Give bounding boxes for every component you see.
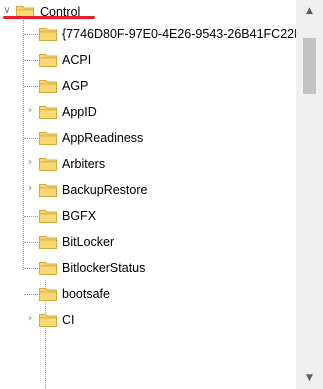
tree-node[interactable]: BitlockerStatus bbox=[0, 255, 296, 281]
scrollbar-thumb[interactable] bbox=[303, 38, 316, 94]
tree-guide-line bbox=[24, 216, 38, 217]
tree-node[interactable]: {7746D80F-97E0-4E26-9543-26B41FC22F79} bbox=[0, 21, 296, 47]
tree-node-label: bootsafe bbox=[62, 287, 110, 301]
tree-node[interactable]: ACPI bbox=[0, 47, 296, 73]
tree-guide-line bbox=[24, 34, 38, 35]
tree-node-label: AppID bbox=[62, 105, 97, 119]
chevron-right-icon[interactable]: › bbox=[24, 105, 36, 117]
tree-node-label: BGFX bbox=[62, 209, 97, 223]
folder-icon bbox=[39, 106, 57, 119]
tree-guide-line bbox=[24, 294, 38, 295]
tree-guide-line bbox=[24, 86, 38, 87]
tree-guide-line bbox=[24, 268, 38, 269]
folder-icon bbox=[39, 210, 57, 223]
tree-node-label: AGP bbox=[62, 79, 89, 93]
tree-node[interactable]: › AppID bbox=[0, 99, 296, 125]
tree-guide-line bbox=[24, 242, 38, 243]
folder-icon bbox=[39, 184, 57, 197]
tree-node[interactable]: BGFX bbox=[0, 203, 296, 229]
chevron-right-icon[interactable]: › bbox=[24, 313, 36, 325]
chevron-right-icon[interactable]: › bbox=[24, 157, 36, 169]
vertical-scrollbar[interactable]: ▲ ▼ bbox=[296, 0, 323, 389]
tree-node-label: Arbiters bbox=[62, 157, 106, 171]
folder-icon bbox=[39, 314, 57, 327]
triangle-up-icon[interactable]: ▲ bbox=[296, 0, 323, 22]
folder-icon bbox=[39, 28, 57, 41]
tree-guide-line bbox=[24, 138, 38, 139]
folder-icon bbox=[39, 54, 57, 67]
tree-node[interactable]: › Arbiters bbox=[0, 151, 296, 177]
annotation-underline bbox=[3, 16, 95, 19]
folder-icon bbox=[39, 158, 57, 171]
tree-node-label: ACPI bbox=[62, 53, 92, 67]
tree-node-label: {7746D80F-97E0-4E26-9543-26B41FC22F79} bbox=[62, 27, 296, 41]
tree-node-label: AppReadiness bbox=[62, 131, 144, 145]
tree-node-label: BitlockerStatus bbox=[62, 261, 146, 275]
chevron-right-icon[interactable]: › bbox=[24, 183, 36, 195]
folder-icon bbox=[39, 288, 57, 301]
tree-node-label: CI bbox=[62, 313, 75, 327]
tree-node-label: BackupRestore bbox=[62, 183, 148, 197]
tree-node[interactable]: bootsafe bbox=[0, 281, 296, 307]
tree-node[interactable]: AGP bbox=[0, 73, 296, 99]
tree-node[interactable]: › CI bbox=[0, 307, 296, 333]
tree-node-label: BitLocker bbox=[62, 235, 115, 249]
tree-guide-line bbox=[24, 60, 38, 61]
tree-node[interactable]: AppReadiness bbox=[0, 125, 296, 151]
triangle-down-icon[interactable]: ▼ bbox=[296, 367, 323, 389]
folder-icon bbox=[39, 132, 57, 145]
registry-tree: ∨ Control {7746D80F-97E0-4E26-9543-26B41… bbox=[0, 0, 296, 389]
tree-node[interactable]: BitLocker bbox=[0, 229, 296, 255]
folder-icon bbox=[39, 80, 57, 93]
folder-icon bbox=[39, 262, 57, 275]
tree-node[interactable]: › BackupRestore bbox=[0, 177, 296, 203]
folder-icon bbox=[39, 236, 57, 249]
